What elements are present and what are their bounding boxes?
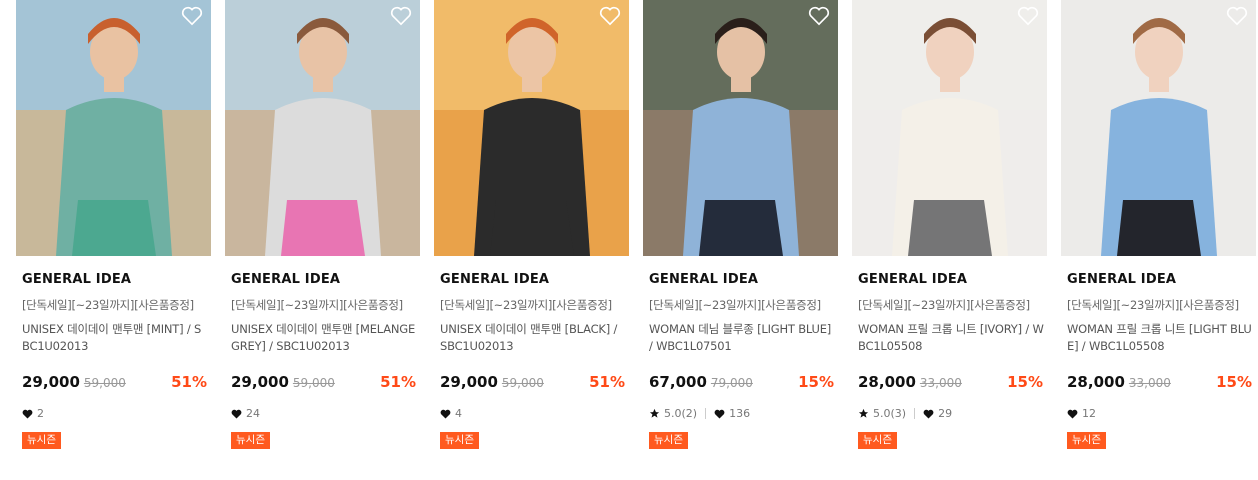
original-price: 59,000 — [83, 376, 126, 390]
product-meta: 2 — [22, 407, 44, 420]
rating-value: 5.0(3) — [873, 407, 907, 420]
promo-text: [단독세일][~23일까지][사은품증정] — [440, 298, 612, 312]
wishlist-heart-icon[interactable] — [599, 6, 621, 26]
brand-name[interactable]: GENERAL IDEA — [22, 272, 131, 287]
brand-name[interactable]: GENERAL IDEA — [440, 272, 549, 287]
product-name[interactable]: WOMAN 프릴 크롭 니트 [IVORY] / WBC1L05508 — [858, 321, 1044, 355]
like-count: 136 — [729, 407, 751, 420]
heart-icon — [923, 409, 934, 419]
price-value: 29,000 — [22, 373, 80, 391]
price-value: 29,000 — [440, 373, 498, 391]
product-name[interactable]: UNISEX 데이데이 맨투맨 [MELANGE GREY] / SBC1U02… — [231, 321, 417, 355]
product-name[interactable]: UNISEX 데이데이 맨투맨 [BLACK] / SBC1U02013 — [440, 321, 626, 355]
product-image[interactable] — [434, 0, 629, 256]
product-meta: 24 — [231, 407, 260, 420]
sale-price: 28,000 33,000 — [858, 373, 962, 391]
product-name[interactable]: UNISEX 데이데이 맨투맨 [MINT] / SBC1U02013 — [22, 321, 208, 355]
divider — [914, 408, 916, 419]
sale-price: 29,000 59,000 — [440, 373, 544, 391]
product-image[interactable] — [1061, 0, 1256, 256]
discount-rate: 51% — [171, 373, 207, 391]
promo-text: [단독세일][~23일까지][사은품증정] — [858, 298, 1030, 312]
original-price: 79,000 — [710, 376, 753, 390]
wishlist-heart-icon[interactable] — [181, 6, 203, 26]
product-meta: 4 — [440, 407, 462, 420]
original-price: 33,000 — [1128, 376, 1171, 390]
new-season-badge: 뉴시즌 — [649, 432, 688, 449]
new-season-badge: 뉴시즌 — [1067, 432, 1106, 449]
star-icon — [858, 408, 869, 418]
promo-text: [단독세일][~23일까지][사은품증정] — [231, 298, 403, 312]
product-image[interactable] — [852, 0, 1047, 256]
product-meta: 5.0(2) 136 — [649, 407, 750, 420]
promo-text: [단독세일][~23일까지][사은품증정] — [1067, 298, 1239, 312]
heart-icon — [22, 409, 33, 419]
discount-rate: 15% — [1216, 373, 1252, 391]
product-card[interactable]: GENERAL IDEA [단독세일][~23일까지][사은품증정] WOMAN… — [1061, 0, 1256, 470]
product-image[interactable] — [643, 0, 838, 256]
sale-price: 29,000 59,000 — [22, 373, 126, 391]
heart-icon — [440, 409, 451, 419]
original-price: 33,000 — [919, 376, 962, 390]
heart-icon — [231, 409, 242, 419]
original-price: 59,000 — [292, 376, 335, 390]
divider — [705, 408, 707, 419]
price-value: 28,000 — [1067, 373, 1125, 391]
discount-rate: 15% — [1007, 373, 1043, 391]
heart-icon — [714, 409, 725, 419]
product-image[interactable] — [225, 0, 420, 256]
new-season-badge: 뉴시즌 — [22, 432, 61, 449]
like-count: 29 — [938, 407, 953, 420]
like-count: 4 — [455, 407, 462, 420]
wishlist-heart-icon[interactable] — [1226, 6, 1248, 26]
product-card[interactable]: GENERAL IDEA [단독세일][~23일까지][사은품증정] UNISE… — [225, 0, 420, 470]
original-price: 59,000 — [501, 376, 544, 390]
sale-price: 28,000 33,000 — [1067, 373, 1171, 391]
brand-name[interactable]: GENERAL IDEA — [231, 272, 340, 287]
discount-rate: 51% — [589, 373, 625, 391]
brand-name[interactable]: GENERAL IDEA — [1067, 272, 1176, 287]
star-icon — [649, 408, 660, 418]
product-image[interactable] — [16, 0, 211, 256]
wishlist-heart-icon[interactable] — [390, 6, 412, 26]
product-name[interactable]: WOMAN 프릴 크롭 니트 [LIGHT BLUE] / WBC1L05508 — [1067, 321, 1253, 355]
discount-rate: 51% — [380, 373, 416, 391]
wishlist-heart-icon[interactable] — [1017, 6, 1039, 26]
product-meta: 12 — [1067, 407, 1096, 420]
price-value: 28,000 — [858, 373, 916, 391]
like-count: 12 — [1082, 407, 1096, 420]
new-season-badge: 뉴시즌 — [231, 432, 270, 449]
discount-rate: 15% — [798, 373, 834, 391]
new-season-badge: 뉴시즌 — [858, 432, 897, 449]
price-value: 67,000 — [649, 373, 707, 391]
like-count: 2 — [37, 407, 44, 420]
product-name[interactable]: WOMAN 데님 블루종 [LIGHT BLUE] / WBC1L07501 — [649, 321, 835, 355]
wishlist-heart-icon[interactable] — [808, 6, 830, 26]
brand-name[interactable]: GENERAL IDEA — [858, 272, 967, 287]
sale-price: 29,000 59,000 — [231, 373, 335, 391]
price-value: 29,000 — [231, 373, 289, 391]
rating-value: 5.0(2) — [664, 407, 698, 420]
brand-name[interactable]: GENERAL IDEA — [649, 272, 758, 287]
product-card[interactable]: GENERAL IDEA [단독세일][~23일까지][사은품증정] UNISE… — [16, 0, 211, 470]
new-season-badge: 뉴시즌 — [440, 432, 479, 449]
promo-text: [단독세일][~23일까지][사은품증정] — [22, 298, 194, 312]
heart-icon — [1067, 409, 1078, 419]
product-meta: 5.0(3) 29 — [858, 407, 952, 420]
sale-price: 67,000 79,000 — [649, 373, 753, 391]
product-card[interactable]: GENERAL IDEA [단독세일][~23일까지][사은품증정] UNISE… — [434, 0, 629, 470]
product-card[interactable]: GENERAL IDEA [단독세일][~23일까지][사은품증정] WOMAN… — [852, 0, 1047, 470]
like-count: 24 — [246, 407, 260, 420]
product-card[interactable]: GENERAL IDEA [단독세일][~23일까지][사은품증정] WOMAN… — [643, 0, 838, 470]
promo-text: [단독세일][~23일까지][사은품증정] — [649, 298, 821, 312]
